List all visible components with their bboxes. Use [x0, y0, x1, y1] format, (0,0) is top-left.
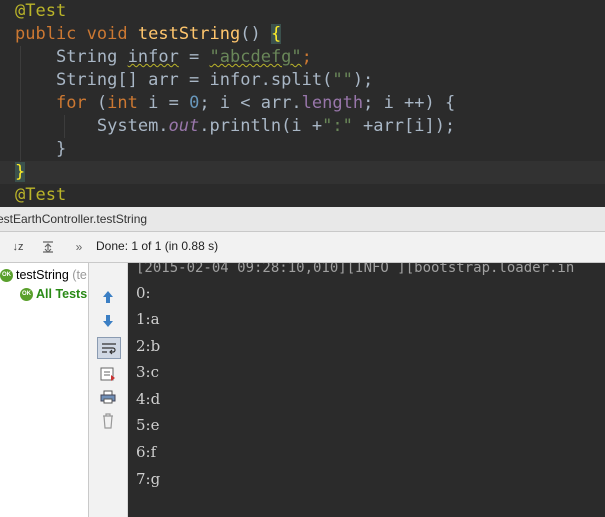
more-actions-icon[interactable]: »: [70, 236, 88, 258]
init-expr: i =: [137, 93, 190, 113]
semicolon: ;: [301, 47, 312, 67]
type-string-array: String[]: [55, 70, 138, 90]
println-call: .println(i +: [199, 116, 323, 136]
code-editor[interactable]: @Test public void testString() { String …: [0, 0, 605, 207]
code-line-8: }: [0, 161, 605, 184]
sort-label: ↓z: [12, 241, 24, 253]
ok-status-icon: OK: [20, 288, 33, 302]
console-line: 0:: [136, 284, 151, 302]
scroll-down-icon[interactable]: [97, 311, 119, 331]
open-brace-highlight: {: [270, 24, 282, 44]
for-open: (: [86, 93, 108, 113]
split-call: infor.split(: [209, 70, 333, 90]
sort-alphabetically-icon[interactable]: ↓z: [8, 236, 28, 258]
console-side-toolbar: [89, 263, 128, 517]
test-tree[interactable]: OK testString (te OK All Tests: [0, 263, 89, 517]
run-tool-window: estEarthController.testString ↓z » Done:…: [0, 207, 605, 517]
code-line-2: public void testString() {: [15, 23, 282, 46]
colon-string-literal: ":": [322, 116, 353, 136]
tree-item-label: testString: [16, 268, 69, 282]
keyword-public: public: [15, 24, 77, 44]
print-icon[interactable]: [97, 387, 119, 407]
arr-index-expr: +arr[i]);: [352, 116, 456, 136]
empty-string-literal: "": [332, 70, 353, 90]
code-line-1: @Test: [15, 0, 66, 23]
arr-declaration: arr =: [137, 70, 210, 90]
close-brace-highlight: }: [15, 162, 26, 182]
condition-expr: ; i < arr.: [199, 93, 302, 113]
tree-item-all-tests[interactable]: OK All Tests: [20, 285, 87, 303]
code-line-9: @Test: [15, 184, 66, 207]
tree-item-suffix: (te: [72, 268, 87, 282]
system-class: System.: [96, 116, 169, 136]
console-output[interactable]: [2015-02-04 09:28:10,010][INFO ][bootstr…: [128, 263, 605, 517]
soft-wrap-icon[interactable]: [97, 337, 121, 359]
console-log-line: [2015-02-04 09:28:10,010][INFO ][bootstr…: [136, 263, 575, 276]
scroll-to-end-icon[interactable]: [97, 364, 119, 384]
variable-infor: infor: [127, 47, 179, 67]
expand-all-icon[interactable]: [37, 236, 59, 258]
assign-op: =: [178, 47, 210, 67]
test-toolbar: ↓z » Done: 1 of 1 (in 0.88 s): [0, 232, 605, 263]
test-status: Done: 1 of 1 (in 0.88 s): [96, 239, 219, 253]
ok-status-icon: OK: [0, 269, 13, 283]
code-line-3: String infor = "abcdefg";: [15, 46, 312, 69]
console-line: 1:a: [136, 310, 160, 328]
annotation-token: @Test: [15, 185, 67, 205]
tool-window-header[interactable]: estEarthController.testString: [0, 207, 605, 232]
code-line-7: }: [15, 138, 66, 161]
method-name: testString: [137, 24, 241, 44]
field-out: out: [168, 116, 200, 136]
console-line: 7:g: [136, 470, 161, 488]
keyword-for: for: [55, 93, 87, 113]
console-line: 5:e: [136, 416, 160, 434]
field-length: length: [301, 93, 364, 113]
annotation-token: @Test: [15, 1, 67, 21]
console-line: 4:d: [136, 390, 161, 408]
console-line: 2:b: [136, 337, 161, 355]
close-brace-inner: }: [55, 139, 67, 159]
console-line: 3:c: [136, 363, 159, 381]
tree-item-teststring[interactable]: OK testString (te: [0, 266, 87, 284]
type-string: String: [55, 47, 118, 67]
keyword-int: int: [107, 93, 138, 113]
parens: (): [240, 24, 261, 44]
console-line: 6:f: [136, 443, 157, 461]
string-literal: "abcdefg": [209, 47, 302, 67]
clear-all-icon[interactable]: [97, 411, 119, 431]
tree-item-label: All Tests: [36, 287, 88, 301]
code-line-4: String[] arr = infor.split("");: [15, 69, 373, 92]
code-line-6: System.out.println(i +":" +arr[i]);: [15, 115, 455, 138]
close-call: );: [352, 70, 374, 90]
number-zero: 0: [189, 93, 200, 113]
increment-expr: ; i ++) {: [363, 93, 456, 113]
tool-window-title: estEarthController.testString: [0, 212, 148, 226]
code-line-5: for (int i = 0; i < arr.length; i ++) {: [15, 92, 455, 115]
keyword-void: void: [86, 24, 128, 44]
scroll-up-icon[interactable]: [97, 287, 119, 307]
